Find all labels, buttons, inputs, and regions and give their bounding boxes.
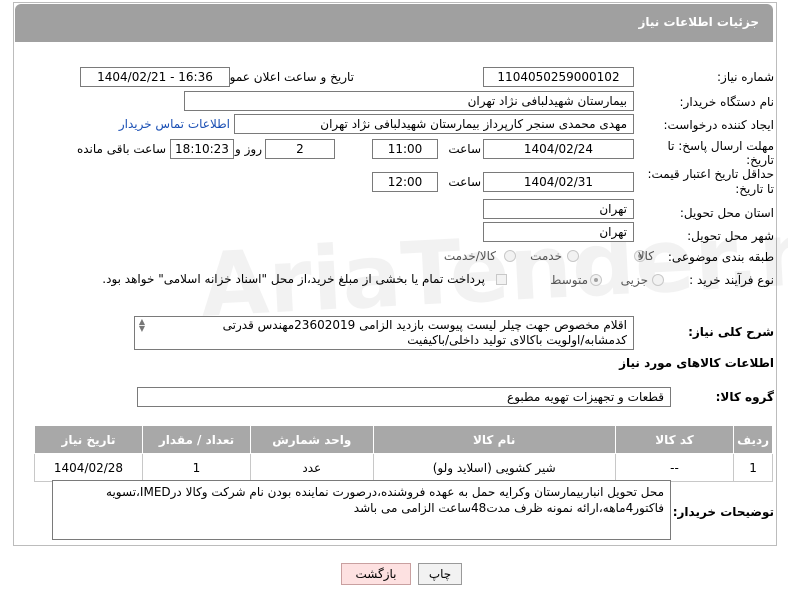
category-radio-both[interactable]	[504, 250, 516, 262]
process-radio-medium[interactable]	[590, 274, 602, 286]
process-option-medium: متوسط	[550, 273, 588, 287]
buyer-org-field: بیمارستان شهیدلبافی نژاد تهران	[184, 91, 634, 111]
scroll-down-icon[interactable]: ▼	[137, 325, 147, 333]
table-row: 1 -- شیر کشویی (اسلاید ولو) عدد 1 1404/0…	[34, 453, 773, 482]
col-name-header: نام کالا	[372, 425, 616, 454]
price-valid-date-field: 1404/02/31	[483, 172, 634, 192]
cell-unit: عدد	[249, 453, 374, 482]
category-option-both: کالا/خدمت	[443, 249, 496, 263]
city-field: تهران	[483, 222, 634, 242]
table-header-row: ردیف کد کالا نام کالا واحد شمارش تعداد /…	[34, 425, 773, 454]
buyer-notes-label: توضیحات خریدار:	[672, 505, 774, 519]
price-valid-label-date: تا تاریخ:	[735, 182, 774, 196]
buyer-notes-line-2: فاکتور4ماهه،ارائه نمونه ظرف مدت48ساعت ال…	[353, 501, 664, 515]
col-code-header: کد کالا	[614, 425, 735, 454]
deadline-days-field: 2	[265, 139, 335, 159]
goods-group-label: گروه کالا:	[715, 390, 774, 404]
announce-label: تاریخ و ساعت اعلان عمومی:	[209, 70, 354, 84]
need-number-label: شماره نیاز:	[717, 70, 774, 84]
city-label: شهر محل تحویل:	[687, 229, 774, 243]
description-line-1: اقلام مخصوص جهت چیلر لیست پیوست بازدید ا…	[222, 318, 627, 332]
buyer-contact-link[interactable]: اطلاعات تماس خریدار	[119, 117, 230, 131]
col-date-header: تاریخ نیاز	[34, 425, 143, 454]
goods-group-field: قطعات و تجهیزات تهویه مطبوع	[137, 387, 671, 407]
deadline-time-label: ساعت	[448, 142, 481, 156]
province-label: استان محل تحویل:	[679, 206, 774, 220]
deadline-label-date: تاریخ:	[746, 153, 774, 167]
deadline-date-field: 1404/02/24	[483, 139, 634, 159]
category-label: طبقه بندی موضوعی:	[667, 250, 774, 264]
buyer-org-label: نام دستگاه خریدار:	[679, 95, 775, 109]
price-valid-label: حداقل تاریخ اعتبار قیمت:	[647, 167, 774, 181]
panel-header: جزئیات اطلاعات نیاز	[15, 4, 773, 42]
buyer-notes-field: محل تحویل انباربیمارستان وکرایه حمل به ع…	[52, 480, 671, 540]
deadline-time-field: 11:00	[372, 139, 438, 159]
back-button[interactable]: بازگشت	[341, 563, 411, 585]
days-label: روز و	[235, 142, 262, 156]
description-field: اقلام مخصوص جهت چیلر لیست پیوست بازدید ا…	[134, 316, 634, 350]
description-label: شرح کلی نیاز:	[688, 325, 774, 339]
requester-field: مهدی محمدی سنجر کارپرداز بیمارستان شهیدل…	[234, 114, 634, 134]
process-radio-minor[interactable]	[652, 274, 664, 286]
process-option-minor: جزیی	[620, 273, 648, 287]
category-radio-service[interactable]	[567, 250, 579, 262]
deadline-label: مهلت ارسال پاسخ: تا	[667, 139, 774, 153]
payment-note: پرداخت تمام یا بخشی از مبلغ خرید،از محل …	[102, 272, 485, 286]
panel-title: جزئیات اطلاعات نیاز	[638, 15, 759, 29]
province-field: تهران	[483, 199, 634, 219]
need-number-field: 1104050259000102	[483, 67, 634, 87]
announce-field: 1404/02/21 - 16:36	[80, 67, 230, 87]
description-scroll[interactable]: ▲ ▼	[137, 318, 147, 333]
price-valid-time-field: 12:00	[372, 172, 438, 192]
col-unit-header: واحد شمارش	[249, 425, 374, 454]
category-option-goods: کالا	[637, 249, 654, 263]
col-row-header: ردیف	[733, 425, 773, 454]
cell-name: شیر کشویی (اسلاید ولو)	[372, 453, 616, 482]
items-table: ردیف کد کالا نام کالا واحد شمارش تعداد /…	[34, 425, 773, 482]
cell-row: 1	[733, 453, 773, 482]
requester-label: ایجاد کننده درخواست:	[663, 118, 774, 132]
col-qty-header: تعداد / مقدار	[142, 425, 251, 454]
buyer-notes-line-1: محل تحویل انباربیمارستان وکرایه حمل به ع…	[106, 485, 664, 499]
description-line-2: کدمشابه/اولویت باکالای تولید داخلی/باکیف…	[407, 333, 627, 347]
price-valid-time-label: ساعت	[448, 175, 481, 189]
cell-qty: 1	[142, 453, 251, 482]
goods-info-title: اطلاعات کالاهای مورد نیاز	[619, 356, 774, 370]
process-label: نوع فرآیند خرید :	[689, 273, 774, 287]
cell-code: --	[614, 453, 735, 482]
remaining-label: ساعت باقی مانده	[76, 142, 166, 156]
remaining-time-field: 18:10:23	[170, 139, 234, 159]
category-option-service: خدمت	[530, 249, 562, 263]
print-button[interactable]: چاپ	[418, 563, 462, 585]
treasury-checkbox[interactable]	[496, 274, 507, 285]
cell-date: 1404/02/28	[34, 453, 143, 482]
